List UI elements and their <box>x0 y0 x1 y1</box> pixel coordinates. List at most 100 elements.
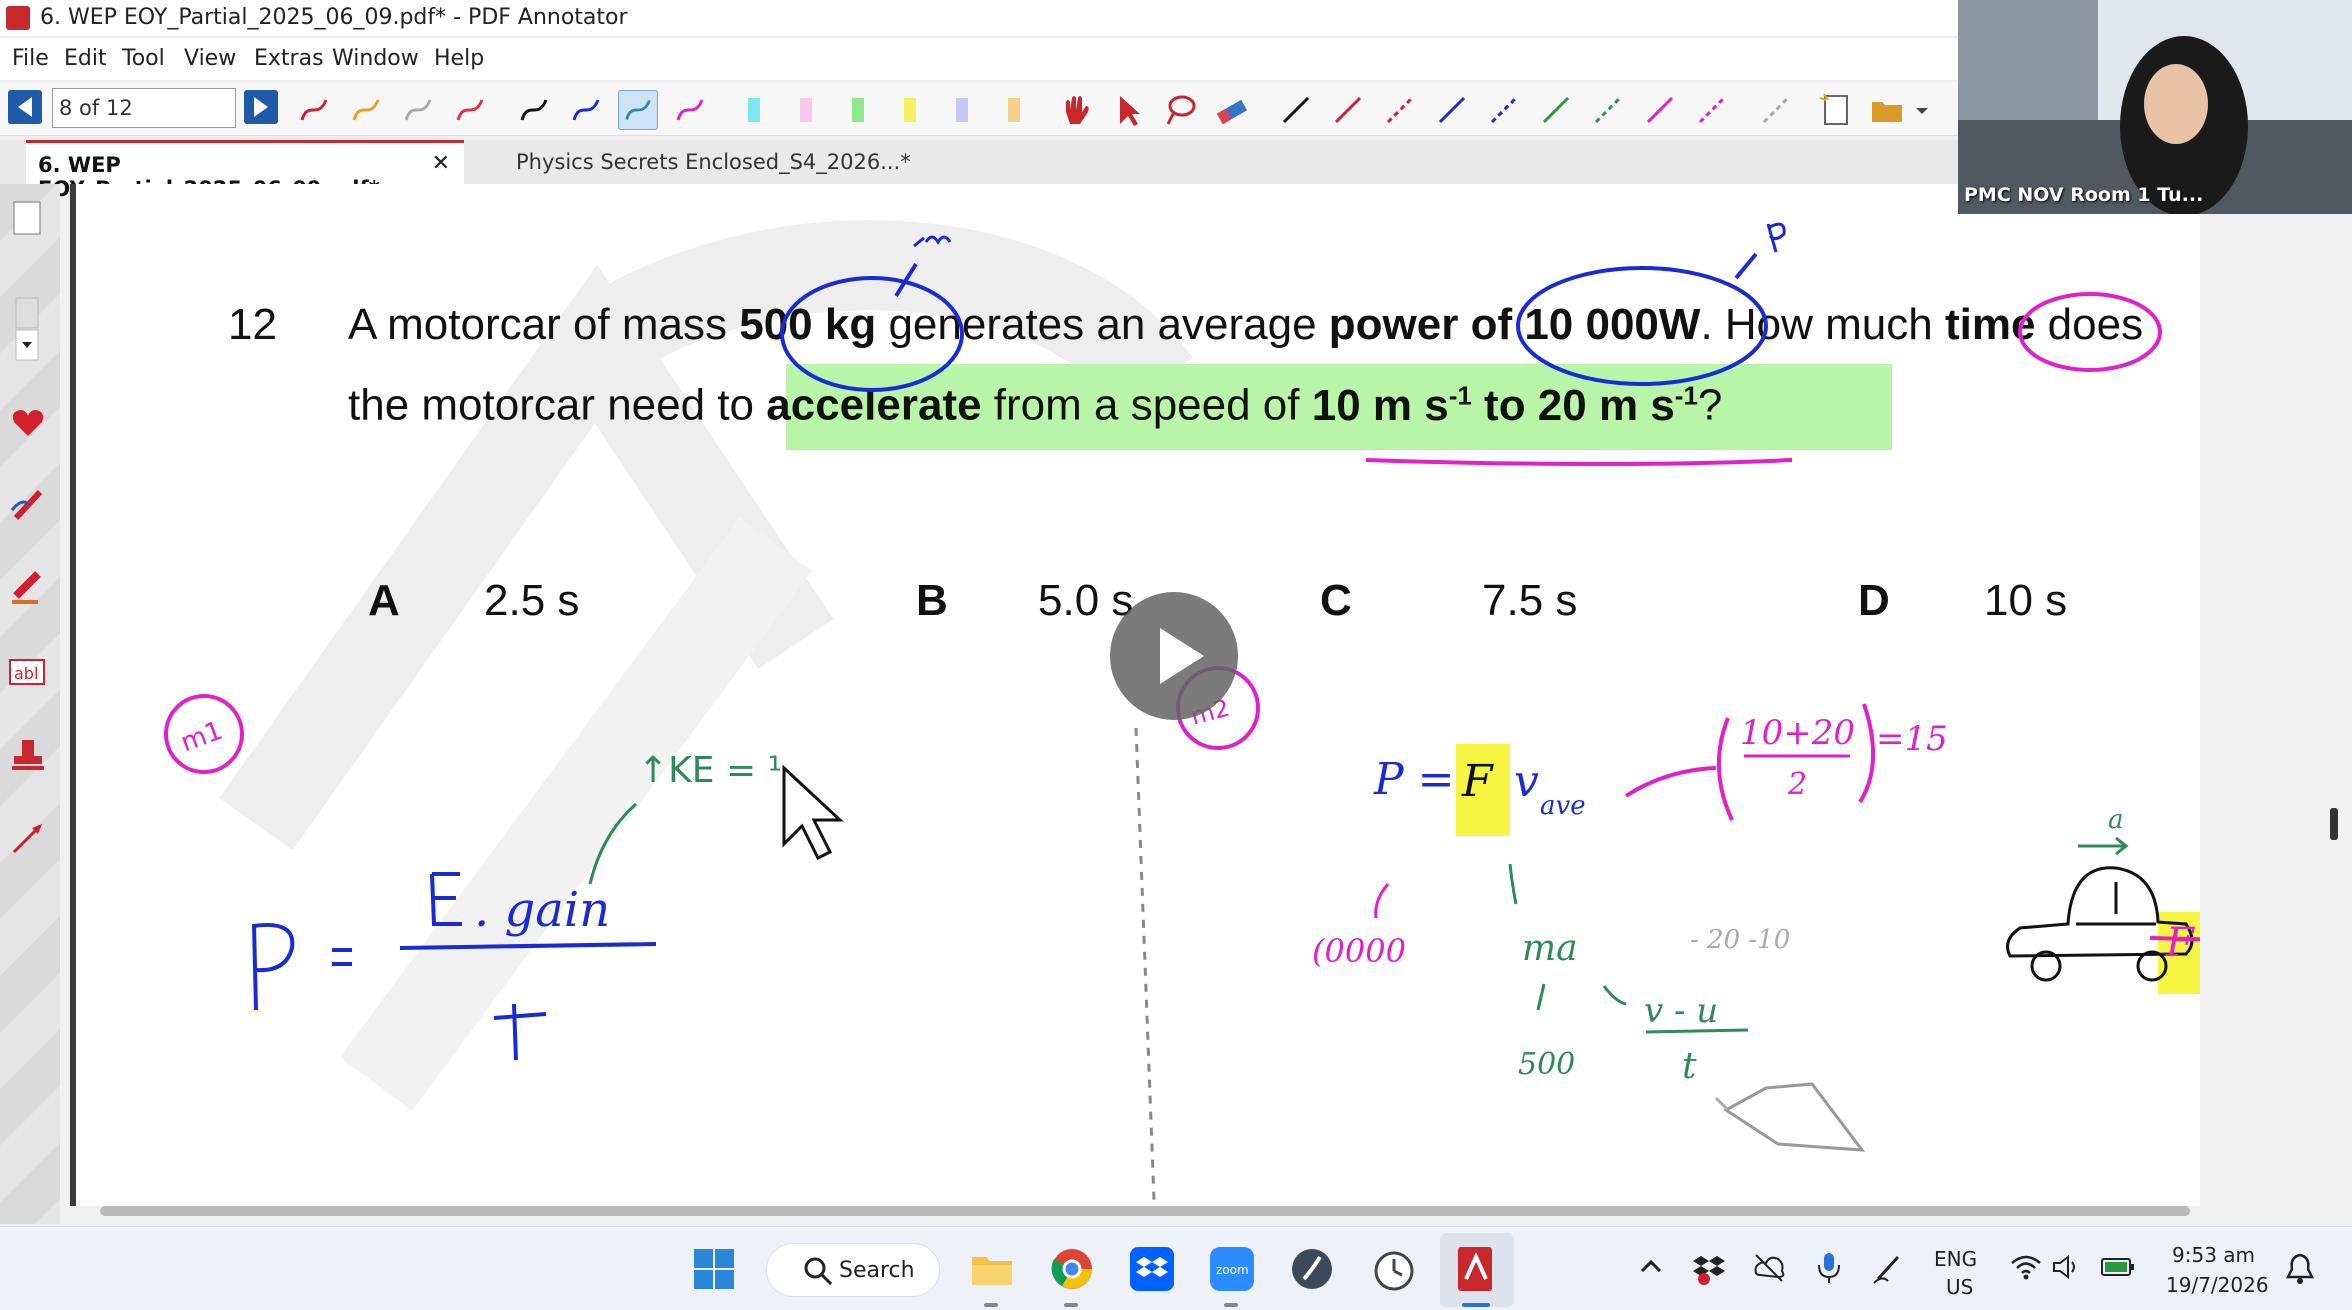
svg-text:(0000: (0000 <box>1312 932 1406 970</box>
pen-magenta-icon[interactable] <box>670 90 710 130</box>
file-explorer-icon[interactable] <box>968 1245 1016 1293</box>
highlighter-orange-icon[interactable] <box>994 90 1034 130</box>
vertical-scroll-thumb[interactable] <box>2330 808 2338 840</box>
menu-help[interactable]: Help <box>434 46 484 71</box>
menu-view[interactable]: View <box>184 46 236 71</box>
microphone-icon[interactable] <box>1814 1249 1844 1287</box>
stamp-icon[interactable] <box>8 736 48 776</box>
running-indicator <box>1224 1303 1238 1307</box>
pen-tray-icon[interactable] <box>1872 1251 1906 1285</box>
running-indicator <box>1064 1303 1078 1307</box>
volume-icon[interactable] <box>2052 1253 2082 1281</box>
keyboard-layout: US <box>1946 1275 1974 1299</box>
mouse-cursor-icon <box>782 764 844 861</box>
pen-crimson-icon[interactable] <box>450 90 490 130</box>
highlighter-cyan-icon[interactable] <box>734 90 774 130</box>
wifi-icon[interactable] <box>2010 1253 2042 1281</box>
new-page-icon[interactable] <box>1816 90 1856 130</box>
svg-text:2: 2 <box>1787 767 1807 802</box>
line-magenta-icon[interactable] <box>1640 90 1680 130</box>
close-tab-icon[interactable]: ✕ <box>432 151 450 176</box>
highlighter-pink-icon[interactable] <box>786 90 826 130</box>
ink-underline-speed <box>1365 458 1793 466</box>
taskbar-search[interactable]: Search <box>766 1243 940 1297</box>
page-thumbnail-icon[interactable] <box>8 198 48 238</box>
pen-tool-icon[interactable] <box>8 484 48 524</box>
highlighter-green-icon[interactable] <box>838 90 878 130</box>
panel-scroll-control[interactable] <box>8 296 48 366</box>
menu-tool[interactable]: Tool <box>122 46 165 71</box>
previous-page-button[interactable] <box>8 90 42 124</box>
running-indicator-active <box>1462 1303 1490 1307</box>
svg-text:- 20 -10: - 20 -10 <box>1690 925 1790 955</box>
dashed-line-blue-icon[interactable] <box>1484 90 1524 130</box>
tab-wep-eoy[interactable]: 6. WEP EOY_Partial_2025_06_09.pdf* ✕ <box>26 140 464 201</box>
arrow-left-icon <box>18 97 32 117</box>
pen-red-icon[interactable] <box>294 90 334 130</box>
clock-app-icon[interactable] <box>1370 1245 1418 1293</box>
svg-text:t: t <box>1682 1046 1697 1087</box>
text-box-icon[interactable]: abl <box>8 652 48 692</box>
ink-p-label <box>1766 222 1786 253</box>
svg-text:ave: ave <box>1540 791 1586 821</box>
highlighter-yellow-icon[interactable] <box>890 90 930 130</box>
hand-icon[interactable] <box>1056 90 1096 130</box>
next-page-button[interactable] <box>244 90 278 124</box>
svg-text:m1: m1 <box>177 716 227 759</box>
chevron-down-icon[interactable] <box>1912 90 1932 130</box>
dashed-line-green-icon[interactable] <box>1588 90 1628 130</box>
line-black-icon[interactable] <box>1276 90 1316 130</box>
line-red-icon[interactable] <box>1328 90 1368 130</box>
play-icon <box>1160 628 1204 684</box>
lasso-icon[interactable] <box>1160 90 1200 130</box>
clock-date[interactable]: 19/7/2026 <box>2166 1273 2269 1297</box>
cloud-sync-icon[interactable] <box>1752 1251 1786 1285</box>
highlighter-lavender-icon[interactable] <box>942 90 982 130</box>
arrow-tool-icon[interactable] <box>8 818 48 858</box>
battery-icon[interactable] <box>2100 1255 2136 1279</box>
chevron-up-icon[interactable] <box>1638 1257 1664 1277</box>
svg-text:P =: P = <box>1373 754 1454 805</box>
dashed-line-magenta-icon[interactable] <box>1692 90 1732 130</box>
pen-black-icon[interactable] <box>514 90 554 130</box>
line-blue-icon[interactable] <box>1432 90 1472 130</box>
tab-physics-secrets[interactable]: Physics Secrets Enclosed_S4_2026...* <box>504 140 924 184</box>
dashed-line-red-icon[interactable] <box>1380 90 1420 130</box>
pen-teal-icon[interactable] <box>618 90 658 130</box>
notification-bell-icon[interactable] <box>2284 1251 2316 1285</box>
dropbox-icon[interactable] <box>1128 1245 1176 1293</box>
menu-edit[interactable]: Edit <box>64 46 107 71</box>
eraser-icon[interactable] <box>1212 90 1252 130</box>
pdf-annotator-icon <box>6 6 30 30</box>
dashed-line-gray-icon[interactable] <box>1756 90 1796 130</box>
pen-orange-icon[interactable] <box>346 90 386 130</box>
svg-text:500: 500 <box>1518 1047 1575 1082</box>
menu-extras[interactable]: Extras <box>254 46 324 71</box>
pen-blue-icon[interactable] <box>566 90 606 130</box>
page-number-field[interactable]: 8 of 12 <box>52 88 236 128</box>
language-indicator[interactable]: ENG <box>1934 1247 1977 1271</box>
highlighter-tool-icon[interactable] <box>8 566 48 606</box>
favorites-heart-icon[interactable] <box>8 402 48 442</box>
start-windows-icon[interactable] <box>690 1245 738 1293</box>
pen-gray-icon[interactable] <box>398 90 438 130</box>
chrome-icon[interactable] <box>1048 1245 1096 1293</box>
svg-text:=15: =15 <box>1876 719 1948 759</box>
clock-time[interactable]: 9:53 am <box>2172 1243 2255 1267</box>
open-folder-icon[interactable] <box>1868 90 1908 130</box>
video-thumbnail[interactable]: PMC NOV Room 1 Tu... <box>1958 0 2352 214</box>
dropbox-tray-icon[interactable] <box>1692 1251 1726 1285</box>
menu-file[interactable]: File <box>12 46 49 71</box>
svg-text:10+20: 10+20 <box>1740 713 1855 753</box>
menu-window[interactable]: Window <box>332 46 419 71</box>
horizontal-scrollbar[interactable] <box>100 1206 2190 1216</box>
zoom-icon[interactable]: zoom <box>1208 1245 1256 1293</box>
pointer-icon[interactable] <box>1108 90 1148 130</box>
svg-text:v: v <box>1514 756 1539 807</box>
line-green-icon[interactable] <box>1536 90 1576 130</box>
svg-text:. gain: . gain <box>474 882 610 938</box>
ink-circle-time <box>2018 292 2162 372</box>
screen-recorder-icon[interactable] <box>1288 1245 1336 1293</box>
pdf-annotator-taskbar-icon[interactable] <box>1452 1245 1500 1293</box>
play-button[interactable] <box>1110 592 1238 720</box>
